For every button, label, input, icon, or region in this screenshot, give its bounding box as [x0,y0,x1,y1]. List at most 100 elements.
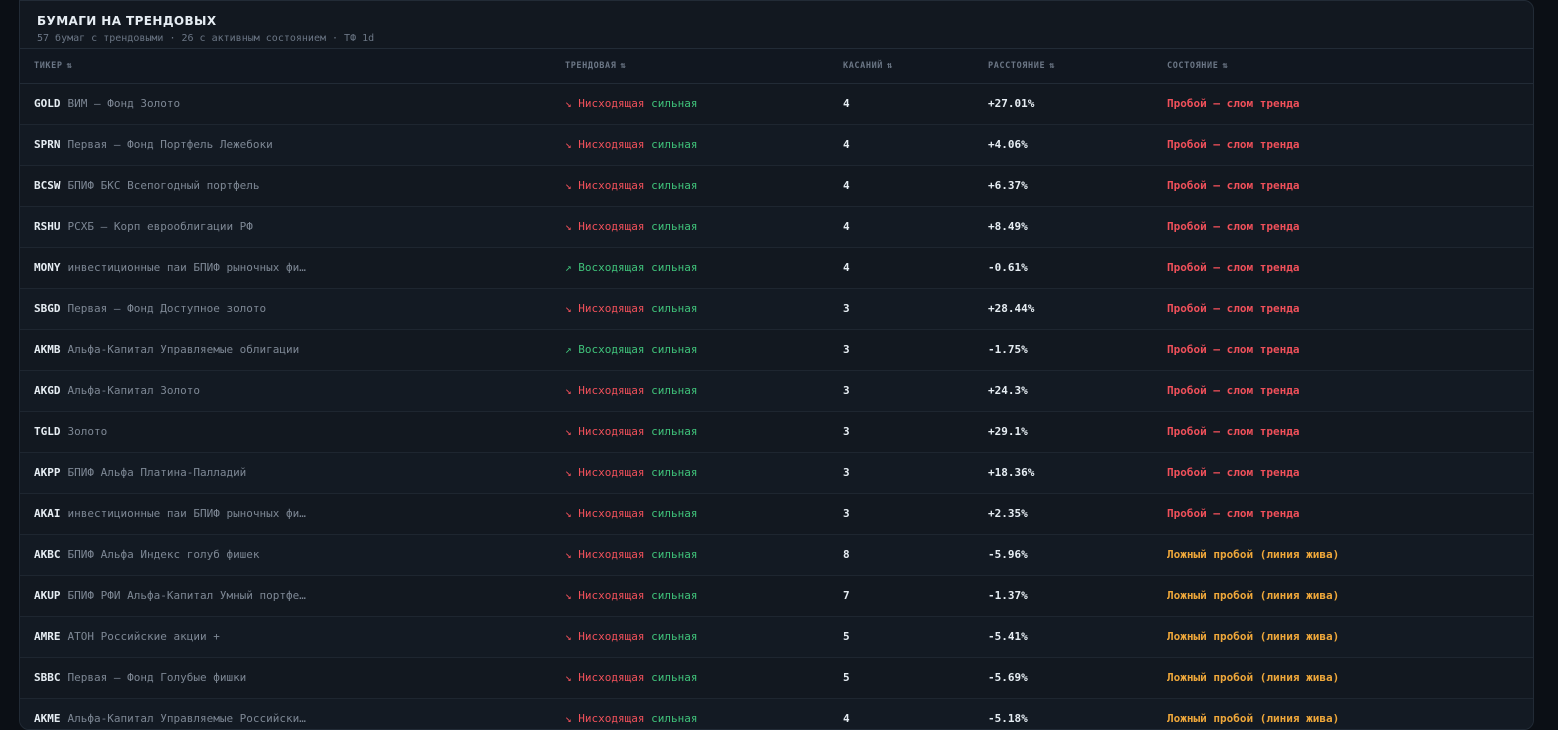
state-cell: Пробой — слом тренда [1167,384,1300,397]
table-row[interactable]: TGLD Золото ↘ Нисходящая сильная 3 +29.1% Про… [20,412,1533,453]
table-row[interactable]: SPRN Первая – Фонд Портфель Лежебоки ↘ Нис… [20,125,1533,166]
distance-cell: -1.75% [988,343,1028,356]
distance-cell: -5.18% [988,712,1028,725]
column-header-state[interactable]: СОСТОЯНИЕ ⇅ [1167,49,1229,83]
security-name: инвестиционные паи БПИФ рыночных фи… [67,261,306,274]
table-row[interactable]: AKBC БПИФ Альфа Индекс голуб фишек ↘ Нисхо… [20,535,1533,576]
state-cell: Пробой — слом тренда [1167,425,1300,438]
state-cell: Пробой — слом тренда [1167,179,1300,192]
trend-direction: ↘ Нисходящая [565,630,645,643]
trendlines-panel: БУМАГИ НА ТРЕНДОВЫХ 57 бумаг с трендовым… [19,0,1534,730]
touches-cell: 4 [843,138,850,151]
state-cell: Ложный пробой (линия жива) [1167,671,1340,684]
ticker-symbol: AKPP [34,466,61,479]
touches-cell: 3 [843,466,850,479]
ticker-cell: GOLD ВИМ – Фонд Золото [34,84,554,124]
table-row[interactable]: AKMB Альфа-Капитал Управляемые облигации ↗… [20,330,1533,371]
trend-strength: сильная [651,671,698,684]
trend-cell: ↘ Нисходящая сильная [565,535,697,575]
distance-cell: +28.44% [988,302,1035,315]
column-header-trend[interactable]: ТРЕНДОВАЯ ⇅ [565,49,627,83]
column-header-label: РАССТОЯНИЕ [988,61,1046,71]
touches-cell: 3 [843,507,850,520]
distance-cell: +2.35% [988,507,1028,520]
ticker-cell: SPRN Первая – Фонд Портфель Лежебоки [34,125,554,165]
column-header-distance[interactable]: РАССТОЯНИЕ ⇅ [988,49,1055,83]
trend-direction: ↘ Нисходящая [565,466,645,479]
trend-strength: сильная [651,425,698,438]
distance-cell: +18.36% [988,466,1035,479]
ticker-cell: BCSW БПИФ БКС Всепогодный портфель [34,166,554,206]
trend-cell: ↘ Нисходящая сильная [565,494,697,534]
trend-cell: ↘ Нисходящая сильная [565,699,697,729]
distance-cell: +8.49% [988,220,1028,233]
trend-direction: ↘ Нисходящая [565,589,645,602]
table-body: GOLD ВИМ – Фонд Золото ↘ Нисходящая сильна… [20,84,1533,729]
panel-header: БУМАГИ НА ТРЕНДОВЫХ 57 бумаг с трендовым… [20,1,1533,49]
state-cell: Пробой — слом тренда [1167,97,1300,110]
column-header-ticker[interactable]: ТИКЕР ⇅ [34,49,73,83]
security-name: инвестиционные паи БПИФ рыночных фи… [67,507,306,520]
column-header-label: ТРЕНДОВАЯ [565,61,617,71]
state-cell: Пробой — слом тренда [1167,466,1300,479]
sort-icon: ⇅ [1222,61,1229,71]
touches-cell: 5 [843,671,850,684]
security-name: ВИМ – Фонд Золото [67,97,181,110]
state-cell: Пробой — слом тренда [1167,302,1300,315]
table-row[interactable]: GOLD ВИМ – Фонд Золото ↘ Нисходящая сильна… [20,84,1533,125]
security-name: Альфа-Капитал Управляемые облигации [67,343,300,356]
distance-cell: -5.41% [988,630,1028,643]
ticker-symbol: MONY [34,261,61,274]
ticker-symbol: AKGD [34,384,61,397]
security-name: БПИФ Альфа Платина-Палладий [67,466,247,479]
column-header-label: СОСТОЯНИЕ [1167,61,1219,71]
touches-cell: 4 [843,179,850,192]
table-row[interactable]: SBBC Первая – Фонд Голубые фишки ↘ Нисходя… [20,658,1533,699]
security-name: Первая – Фонд Голубые фишки [67,671,247,684]
state-cell: Пробой — слом тренда [1167,138,1300,151]
table-row[interactable]: AKAI инвестиционные паи БПИФ рыночных фи…… [20,494,1533,535]
column-header-touches[interactable]: КАСАНИЙ ⇅ [843,49,893,83]
trend-strength: сильная [651,220,698,233]
state-cell: Ложный пробой (линия жива) [1167,712,1340,725]
trend-direction: ↘ Нисходящая [565,97,645,110]
touches-cell: 4 [843,97,850,110]
ticker-cell: AKBC БПИФ Альфа Индекс голуб фишек [34,535,554,575]
touches-cell: 3 [843,425,850,438]
sort-icon: ⇅ [66,61,73,71]
table-row[interactable]: AKUP БПИФ РФИ Альфа-Капитал Умный портфе…… [20,576,1533,617]
ticker-symbol: AKAI [34,507,61,520]
distance-cell: -1.37% [988,589,1028,602]
table-row[interactable]: MONY инвестиционные паи БПИФ рыночных фи…… [20,248,1533,289]
touches-cell: 7 [843,589,850,602]
trend-cell: ↗ Восходящая сильная [565,330,697,370]
touches-cell: 3 [843,302,850,315]
state-cell: Ложный пробой (линия жива) [1167,589,1340,602]
distance-cell: +29.1% [988,425,1028,438]
distance-cell: +4.06% [988,138,1028,151]
trend-cell: ↘ Нисходящая сильная [565,453,697,493]
table-row[interactable]: AKME Альфа-Капитал Управляемые Российски…… [20,699,1533,729]
touches-cell: 4 [843,712,850,725]
ticker-symbol: AMRE [34,630,61,643]
table-row[interactable]: AMRE АТОН Российские акции + ↘ Нисходящая … [20,617,1533,658]
trend-direction: ↘ Нисходящая [565,671,645,684]
distance-cell: -5.69% [988,671,1028,684]
table-row[interactable]: RSHU РСХБ – Корп еврооблигации РФ ↘ Нисход… [20,207,1533,248]
trend-direction: ↘ Нисходящая [565,425,645,438]
trend-cell: ↘ Нисходящая сильная [565,658,697,698]
ticker-symbol: AKMB [34,343,61,356]
trend-direction: ↘ Нисходящая [565,220,645,233]
table-row[interactable]: AKPP БПИФ Альфа Платина-Палладий ↘ Нисходя… [20,453,1533,494]
ticker-cell: TGLD Золото [34,412,554,452]
table-row[interactable]: BCSW БПИФ БКС Всепогодный портфель ↘ Нисхо… [20,166,1533,207]
touches-cell: 4 [843,220,850,233]
security-name: Первая – Фонд Доступное золото [67,302,267,315]
trend-cell: ↘ Нисходящая сильная [565,166,697,206]
trend-strength: сильная [651,343,698,356]
table-row[interactable]: SBGD Первая – Фонд Доступное золото ↘ Нисх… [20,289,1533,330]
table-row[interactable]: AKGD Альфа-Капитал Золото ↘ Нисходящая сил… [20,371,1533,412]
distance-cell: +24.3% [988,384,1028,397]
trend-direction: ↗ Восходящая [565,343,645,356]
ticker-symbol: AKUP [34,589,61,602]
